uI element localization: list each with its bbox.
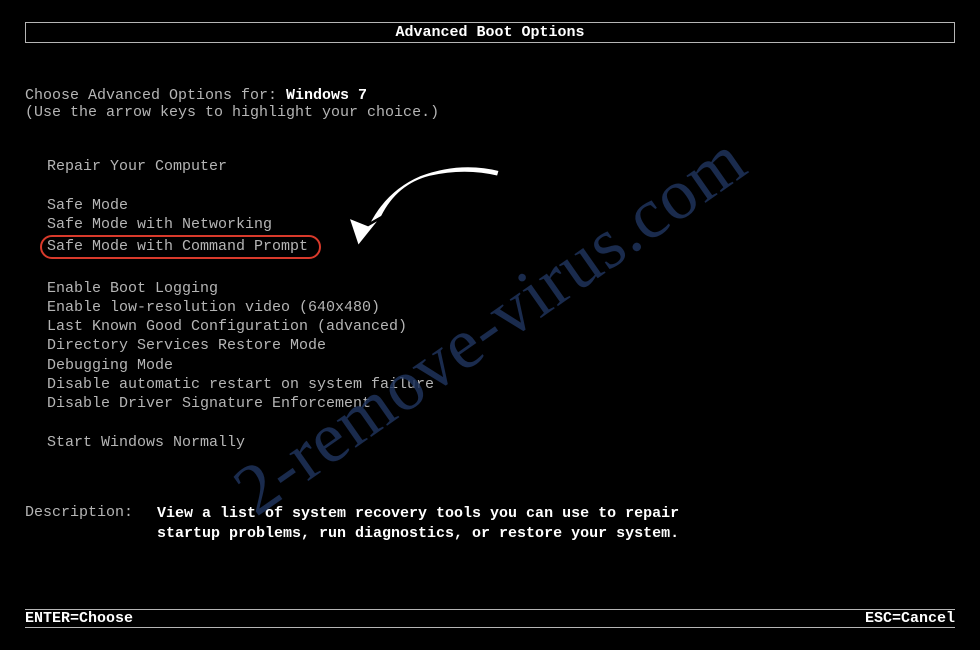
option-group-1: Repair Your Computer [47, 157, 955, 176]
description-text: View a list of system recovery tools you… [157, 504, 717, 543]
option-ds-restore[interactable]: Directory Services Restore Mode [47, 336, 955, 355]
footer-esc: ESC=Cancel [865, 610, 955, 627]
footer-bar: ENTER=Choose ESC=Cancel [25, 609, 955, 628]
option-debugging[interactable]: Debugging Mode [47, 356, 955, 375]
description-block: Description: View a list of system recov… [25, 504, 955, 543]
os-name: Windows 7 [286, 87, 367, 104]
option-boot-logging[interactable]: Enable Boot Logging [47, 279, 955, 298]
options-list: Repair Your Computer Safe Mode Safe Mode… [47, 157, 955, 452]
option-group-3: Enable Boot Logging Enable low-resolutio… [47, 279, 955, 413]
option-repair[interactable]: Repair Your Computer [47, 157, 955, 176]
option-start-normally[interactable]: Start Windows Normally [47, 433, 955, 452]
option-disable-sig[interactable]: Disable Driver Signature Enforcement [47, 394, 955, 413]
option-group-4: Start Windows Normally [47, 433, 955, 452]
instructions-block: Choose Advanced Options for: Windows 7 (… [25, 87, 955, 121]
option-safe-mode-networking[interactable]: Safe Mode with Networking [47, 215, 955, 234]
instructions-line2: (Use the arrow keys to highlight your ch… [25, 104, 955, 121]
footer-enter: ENTER=Choose [25, 610, 133, 627]
title-bar: Advanced Boot Options [25, 22, 955, 43]
description-label: Description: [25, 504, 157, 543]
highlighted-option: Safe Mode with Command Prompt [40, 235, 321, 259]
page-title: Advanced Boot Options [395, 24, 584, 41]
instructions-line1: Choose Advanced Options for: Windows 7 [25, 87, 955, 104]
option-low-res[interactable]: Enable low-resolution video (640x480) [47, 298, 955, 317]
option-group-2: Safe Mode Safe Mode with Networking Safe… [47, 196, 955, 259]
option-safe-mode-cmd[interactable]: Safe Mode with Command Prompt [47, 235, 955, 259]
option-disable-restart[interactable]: Disable automatic restart on system fail… [47, 375, 955, 394]
boot-options-screen: Advanced Boot Options Choose Advanced Op… [0, 0, 980, 650]
option-last-known-good[interactable]: Last Known Good Configuration (advanced) [47, 317, 955, 336]
option-safe-mode[interactable]: Safe Mode [47, 196, 955, 215]
